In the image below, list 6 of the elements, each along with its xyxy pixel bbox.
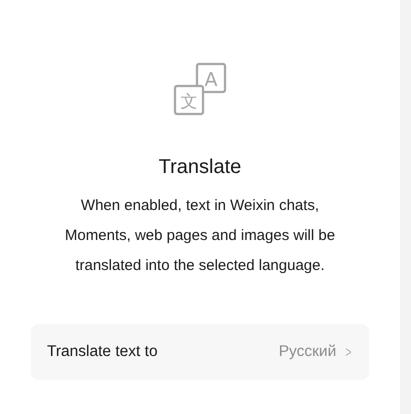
title: Translate [158, 156, 242, 179]
language-setting-row[interactable]: Translate text to Русский > [31, 324, 369, 380]
description: When enabled, text in Weixin chats, Moments, web pages and images will be translated into the selected language. [64, 196, 336, 276]
setting-label: Translate text to [47, 343, 159, 361]
chevron-icon: > [346, 344, 352, 360]
setting-value: Русский [278, 343, 336, 361]
